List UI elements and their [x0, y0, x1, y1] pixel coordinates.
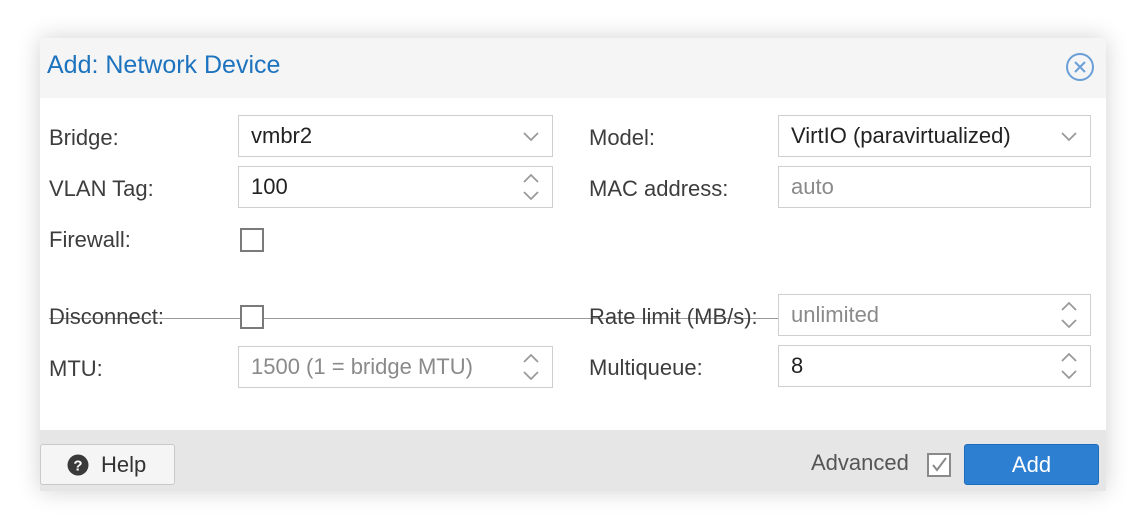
disconnect-label: Disconnect:: [49, 304, 164, 329]
mac-address-label: MAC address:: [589, 176, 729, 201]
advanced-checkbox[interactable]: [927, 453, 951, 477]
model-label: Model:: [589, 125, 656, 150]
mtu-input[interactable]: 1500 (1 = bridge MTU): [238, 346, 553, 388]
rate-limit-placeholder: unlimited: [791, 302, 880, 327]
spinner-icon[interactable]: [1058, 295, 1080, 335]
spinner-icon[interactable]: [520, 167, 542, 207]
vlan-tag-value: 100: [251, 174, 288, 199]
firewall-checkbox[interactable]: [240, 228, 264, 252]
close-circle-icon: [1066, 53, 1094, 81]
vlan-tag-label: VLAN Tag:: [49, 176, 154, 201]
mtu-label: MTU:: [49, 356, 103, 381]
spinner-icon[interactable]: [520, 347, 542, 387]
dialog-body: Bridge: vmbr2 VLAN Tag: 100 Firewall: Di…: [40, 98, 1106, 430]
chevron-down-icon[interactable]: [1058, 116, 1080, 156]
checkmark-icon: [932, 457, 947, 472]
vlan-tag-input[interactable]: 100: [238, 166, 553, 208]
help-label: Help: [101, 452, 147, 477]
dialog-title: Add: Network Device: [47, 51, 281, 79]
close-button[interactable]: [1065, 52, 1095, 82]
model-value: VirtIO (paravirtualized): [791, 123, 1011, 148]
spinner-icon[interactable]: [1058, 346, 1080, 386]
multiqueue-label: Multiqueue:: [589, 355, 703, 380]
rate-limit-label: Rate limit (MB/s):: [589, 304, 758, 329]
question-circle-icon: ?: [67, 454, 89, 476]
svg-text:?: ?: [73, 458, 82, 475]
add-network-device-dialog: Add: Network Device Bridge: vmbr2 VLAN T…: [40, 38, 1106, 491]
multiqueue-value: 8: [791, 353, 804, 378]
firewall-label: Firewall:: [49, 227, 131, 252]
dialog-footer: ? Help Advanced Add: [40, 430, 1106, 491]
bridge-select[interactable]: vmbr2: [238, 115, 553, 157]
bridge-value: vmbr2: [251, 123, 313, 148]
mtu-placeholder: 1500 (1 = bridge MTU): [251, 354, 473, 379]
help-button[interactable]: ? Help: [40, 444, 175, 485]
mac-address-placeholder: auto: [791, 174, 834, 199]
chevron-down-icon[interactable]: [520, 116, 542, 156]
dialog-titlebar[interactable]: Add: Network Device: [40, 38, 1106, 98]
multiqueue-input[interactable]: 8: [778, 345, 1091, 387]
rate-limit-input[interactable]: unlimited: [778, 294, 1091, 336]
advanced-label: Advanced: [811, 450, 909, 475]
add-button[interactable]: Add: [964, 444, 1099, 485]
mac-address-input[interactable]: auto: [778, 166, 1091, 208]
bridge-label: Bridge:: [49, 125, 119, 150]
model-select[interactable]: VirtIO (paravirtualized): [778, 115, 1091, 157]
disconnect-checkbox[interactable]: [240, 305, 264, 329]
